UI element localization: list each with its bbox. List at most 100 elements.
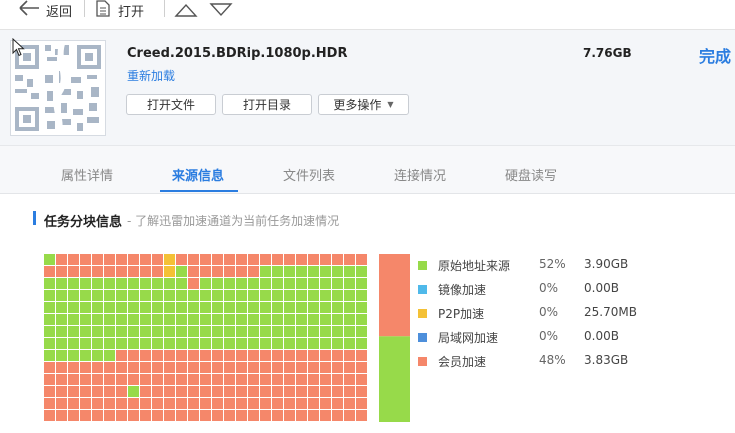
block-cell <box>248 386 259 397</box>
block-cell <box>104 386 115 397</box>
block-cell <box>164 398 175 409</box>
section-subtitle: - 了解迅雷加速通道为当前任务加速情况 <box>127 214 340 228</box>
block-cell <box>272 386 283 397</box>
block-cell <box>356 326 367 337</box>
tab-disk-io[interactable]: 硬盘读写 <box>505 165 557 184</box>
block-cell <box>176 374 187 385</box>
legend-swatch <box>418 261 427 270</box>
tab-sources[interactable]: 来源信息 <box>172 165 224 184</box>
qr-code-icon <box>11 39 105 137</box>
block-cell <box>188 398 199 409</box>
block-cell <box>116 398 127 409</box>
block-cell <box>128 290 139 301</box>
block-cell <box>68 338 79 349</box>
block-cell <box>56 326 67 337</box>
block-cell <box>128 350 139 361</box>
tab-file-list[interactable]: 文件列表 <box>283 165 335 184</box>
block-cell <box>284 350 295 361</box>
block-cell <box>320 362 331 373</box>
block-cell <box>116 410 127 421</box>
block-cell <box>344 290 355 301</box>
block-cell <box>272 398 283 409</box>
block-cell <box>248 326 259 337</box>
block-cell <box>116 326 127 337</box>
block-cell <box>320 278 331 289</box>
open-directory-button[interactable]: 打开目录 <box>222 94 312 115</box>
block-cell <box>356 266 367 277</box>
reload-link[interactable]: 重新加载 <box>127 67 175 84</box>
block-cell <box>80 362 91 373</box>
back-button[interactable]: 返回 <box>18 0 72 20</box>
open-directory-label: 打开目录 <box>242 98 291 112</box>
block-cell <box>68 362 79 373</box>
block-cell <box>116 266 127 277</box>
legend-name: 镜像加速 <box>438 283 487 297</box>
block-cell <box>68 350 79 361</box>
block-cell <box>152 398 163 409</box>
block-cell <box>188 338 199 349</box>
more-actions-button[interactable]: 更多操作 ▼ <box>318 94 409 115</box>
block-cell <box>92 290 103 301</box>
block-cell <box>224 374 235 385</box>
block-cell <box>80 410 91 421</box>
block-cell <box>80 254 91 265</box>
block-cell <box>212 410 223 421</box>
block-cell <box>56 290 67 301</box>
block-grid <box>44 254 368 422</box>
block-cell <box>296 374 307 385</box>
block-cell <box>56 266 67 277</box>
block-cell <box>308 326 319 337</box>
block-cell <box>128 338 139 349</box>
block-cell <box>284 278 295 289</box>
block-cell <box>80 266 91 277</box>
block-cell <box>200 350 211 361</box>
block-cell <box>224 254 235 265</box>
block-cell <box>308 410 319 421</box>
block-cell <box>344 266 355 277</box>
block-cell <box>308 266 319 277</box>
block-cell <box>308 350 319 361</box>
block-cell <box>356 290 367 301</box>
toolbar-divider <box>164 0 165 17</box>
block-cell <box>104 350 115 361</box>
block-cell <box>164 410 175 421</box>
chevron-down-icon: ▼ <box>387 100 394 109</box>
legend-swatch <box>418 285 427 294</box>
block-cell <box>188 302 199 313</box>
block-cell <box>356 410 367 421</box>
block-cell <box>272 278 283 289</box>
block-cell <box>260 302 271 313</box>
legend-swatch <box>418 357 427 366</box>
block-cell <box>68 314 79 325</box>
block-cell <box>44 302 55 313</box>
block-cell <box>248 266 259 277</box>
block-cell <box>44 314 55 325</box>
block-cell <box>344 350 355 361</box>
block-cell <box>236 266 247 277</box>
block-cell <box>308 386 319 397</box>
block-cell <box>152 290 163 301</box>
block-cell <box>320 398 331 409</box>
block-cell <box>224 338 235 349</box>
block-cell <box>104 266 115 277</box>
block-cell <box>188 386 199 397</box>
next-task-button[interactable] <box>209 2 233 21</box>
open-button[interactable]: 打开 <box>96 0 144 20</box>
tab-connections[interactable]: 连接情况 <box>394 165 446 184</box>
block-cell <box>104 374 115 385</box>
block-cell <box>104 278 115 289</box>
previous-task-button[interactable] <box>174 2 198 21</box>
block-cell <box>296 350 307 361</box>
ratio-bar-segment <box>379 254 410 337</box>
block-cell <box>200 290 211 301</box>
block-cell <box>332 302 343 313</box>
open-file-button[interactable]: 打开文件 <box>126 94 216 115</box>
block-cell <box>332 266 343 277</box>
block-cell <box>80 326 91 337</box>
block-cell <box>356 374 367 385</box>
block-cell <box>356 278 367 289</box>
legend-name: 会员加速 <box>438 355 487 369</box>
block-cell <box>212 374 223 385</box>
tab-properties[interactable]: 属性详情 <box>61 165 113 184</box>
block-cell <box>56 410 67 421</box>
